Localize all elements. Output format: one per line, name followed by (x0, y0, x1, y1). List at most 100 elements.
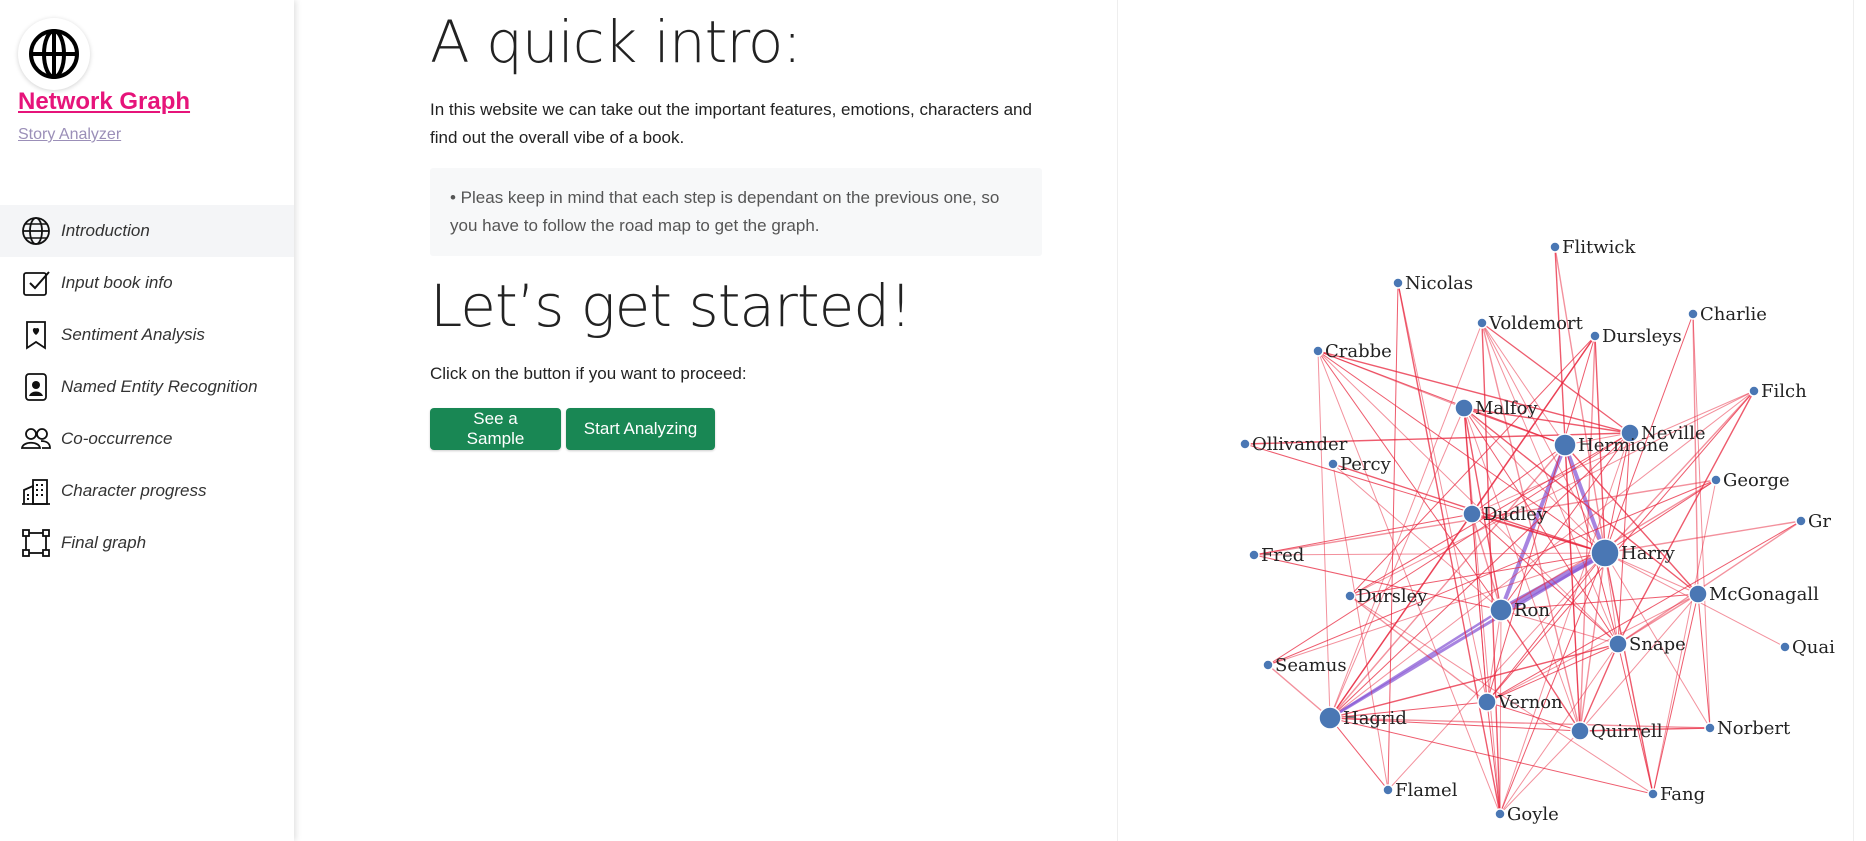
graph-node-dot[interactable] (1549, 241, 1561, 253)
graph-node[interactable]: Hermione (1553, 433, 1669, 457)
graph-node-dot[interactable] (1489, 598, 1513, 622)
sidebar-item-co-occurrence[interactable]: Co-occurrence (0, 413, 294, 465)
graph-node[interactable]: Quirrell (1570, 721, 1663, 742)
graph-node[interactable]: Flamel (1382, 780, 1458, 801)
graph-node-dot[interactable] (1647, 788, 1659, 800)
graph-node-dot[interactable] (1553, 433, 1577, 457)
column-divider (1117, 0, 1118, 841)
graph-node[interactable]: Ron (1489, 598, 1550, 622)
sidebar-item-character-progress[interactable]: Character progress (0, 465, 294, 517)
graph-node-label: Filch (1761, 381, 1807, 402)
graph-node-dot[interactable] (1795, 515, 1807, 527)
graph-node[interactable]: Vernon (1477, 692, 1563, 713)
graph-node-dot[interactable] (1608, 634, 1628, 654)
graph-node[interactable]: Charlie (1687, 304, 1767, 325)
graph-node[interactable]: Norbert (1704, 718, 1791, 739)
graph-node-dot[interactable] (1312, 345, 1324, 357)
graph-node-dot[interactable] (1710, 474, 1722, 486)
graph-node[interactable]: Nicolas (1392, 273, 1473, 294)
graph-node-dot[interactable] (1239, 438, 1251, 450)
graph-node-label: Dursleys (1602, 326, 1682, 347)
graph-node-dot[interactable] (1687, 308, 1699, 320)
graph-node-dot[interactable] (1392, 277, 1404, 289)
graph-edge (1652, 593, 1699, 795)
graph-node[interactable]: Dudley (1462, 504, 1548, 525)
graph-node-dot[interactable] (1779, 641, 1791, 653)
graph-node-dot[interactable] (1570, 721, 1590, 741)
graph-node-dot[interactable] (1748, 385, 1760, 397)
graph-node[interactable]: Malfoy (1454, 398, 1538, 419)
graph-node[interactable]: Fred (1248, 545, 1304, 566)
graph-node-dot[interactable] (1382, 784, 1394, 796)
graph-edge (1329, 608, 1502, 720)
graph-node[interactable]: Crabbe (1312, 341, 1392, 362)
graph-edge (1332, 463, 1389, 791)
graph-node[interactable]: Dursleys (1589, 326, 1682, 347)
get-started-heading: Let’s get started! (430, 272, 912, 340)
graph-node-dot[interactable] (1688, 584, 1708, 604)
graph-node-dot[interactable] (1248, 549, 1260, 561)
graph-node-dot[interactable] (1462, 504, 1482, 524)
graph-node-label: Hermione (1578, 435, 1669, 456)
sidebar-item-label: Introduction (61, 221, 150, 240)
graph-edge (1317, 350, 1631, 434)
graph-node[interactable]: Filch (1748, 381, 1807, 402)
brand-title-link[interactable]: Network Graph (18, 88, 190, 116)
graph-node[interactable]: George (1710, 470, 1790, 491)
graph-node-dot[interactable] (1318, 706, 1342, 730)
intro-heading: A quick intro: (430, 8, 802, 76)
graph-node[interactable]: Seamus (1262, 655, 1347, 676)
globe-icon (17, 212, 55, 250)
sidebar-item-label: Final graph (61, 533, 147, 552)
graph-node-dot[interactable] (1344, 590, 1356, 602)
start-analyzing-button[interactable]: Start Analyzing (566, 408, 715, 450)
graph-node[interactable]: Flitwick (1549, 237, 1636, 258)
graph-node-label: Fang (1660, 784, 1705, 805)
brand-subtitle-link[interactable]: Story Analyzer (18, 126, 121, 144)
graph-node-dot[interactable] (1477, 692, 1497, 712)
graph-node[interactable]: Hagrid (1318, 706, 1407, 730)
graph-edge (1499, 552, 1606, 815)
person-badge-icon (17, 368, 55, 406)
sidebar-item-label: Character progress (61, 481, 207, 500)
sidebar: Network Graph Story Analyzer Introductio… (0, 0, 294, 841)
graph-node-dot[interactable] (1454, 398, 1474, 418)
graph-node-label: Snape (1629, 634, 1686, 655)
graph-node[interactable]: Ollivander (1239, 434, 1348, 455)
people-icon (17, 420, 55, 458)
network-graph[interactable]: Flitwick Nicolas Voldemort Dursleys Charlie C… (1210, 220, 1840, 841)
graph-node[interactable]: Snape (1608, 634, 1686, 655)
graph-edge (1481, 322, 1619, 645)
graph-node[interactable]: Fang (1647, 784, 1705, 805)
see-a-sample-button[interactable]: See a Sample (430, 408, 561, 450)
graph-node-label: Charlie (1700, 304, 1767, 325)
graph-node-dot[interactable] (1589, 330, 1601, 342)
sidebar-item-introduction[interactable]: Introduction (0, 205, 294, 257)
graph-node-label: Dursley (1357, 586, 1428, 607)
graph-node[interactable]: Voldemort (1476, 313, 1584, 334)
sidebar-item-final-graph[interactable]: Final graph (0, 517, 294, 569)
graph-node-label: Vernon (1497, 692, 1563, 713)
graph-node-label: Voldemort (1488, 313, 1584, 334)
graph-node-dot[interactable] (1494, 808, 1506, 820)
graph-node-dot[interactable] (1476, 317, 1488, 329)
graph-node-dot[interactable] (1262, 659, 1274, 671)
sidebar-item-named-entity-recognition[interactable]: Named Entity Recognition (0, 361, 294, 413)
sidebar-item-label: Input book info (61, 273, 173, 292)
graph-node[interactable]: Dursley (1344, 586, 1428, 607)
graph-node[interactable]: Harry (1590, 538, 1676, 568)
graph-node-dot[interactable] (1590, 538, 1620, 568)
graph-node-label: Ron (1514, 600, 1550, 621)
sidebar-item-sentiment-analysis[interactable]: Sentiment Analysis (0, 309, 294, 361)
graph-node[interactable]: Quai (1779, 637, 1835, 658)
column-divider (1853, 0, 1854, 841)
graph-node[interactable]: McGonagall (1688, 584, 1819, 605)
graph-node-label: Fred (1261, 545, 1304, 566)
graph-edge (1481, 322, 1566, 446)
graph-node-dot[interactable] (1327, 458, 1339, 470)
graph-node[interactable]: Gr (1795, 511, 1831, 532)
sidebar-item-input-book-info[interactable]: Input book info (0, 257, 294, 309)
buildings-icon (17, 472, 55, 510)
graph-node-dot[interactable] (1704, 722, 1716, 734)
graph-node-label: Quirrell (1591, 721, 1663, 742)
